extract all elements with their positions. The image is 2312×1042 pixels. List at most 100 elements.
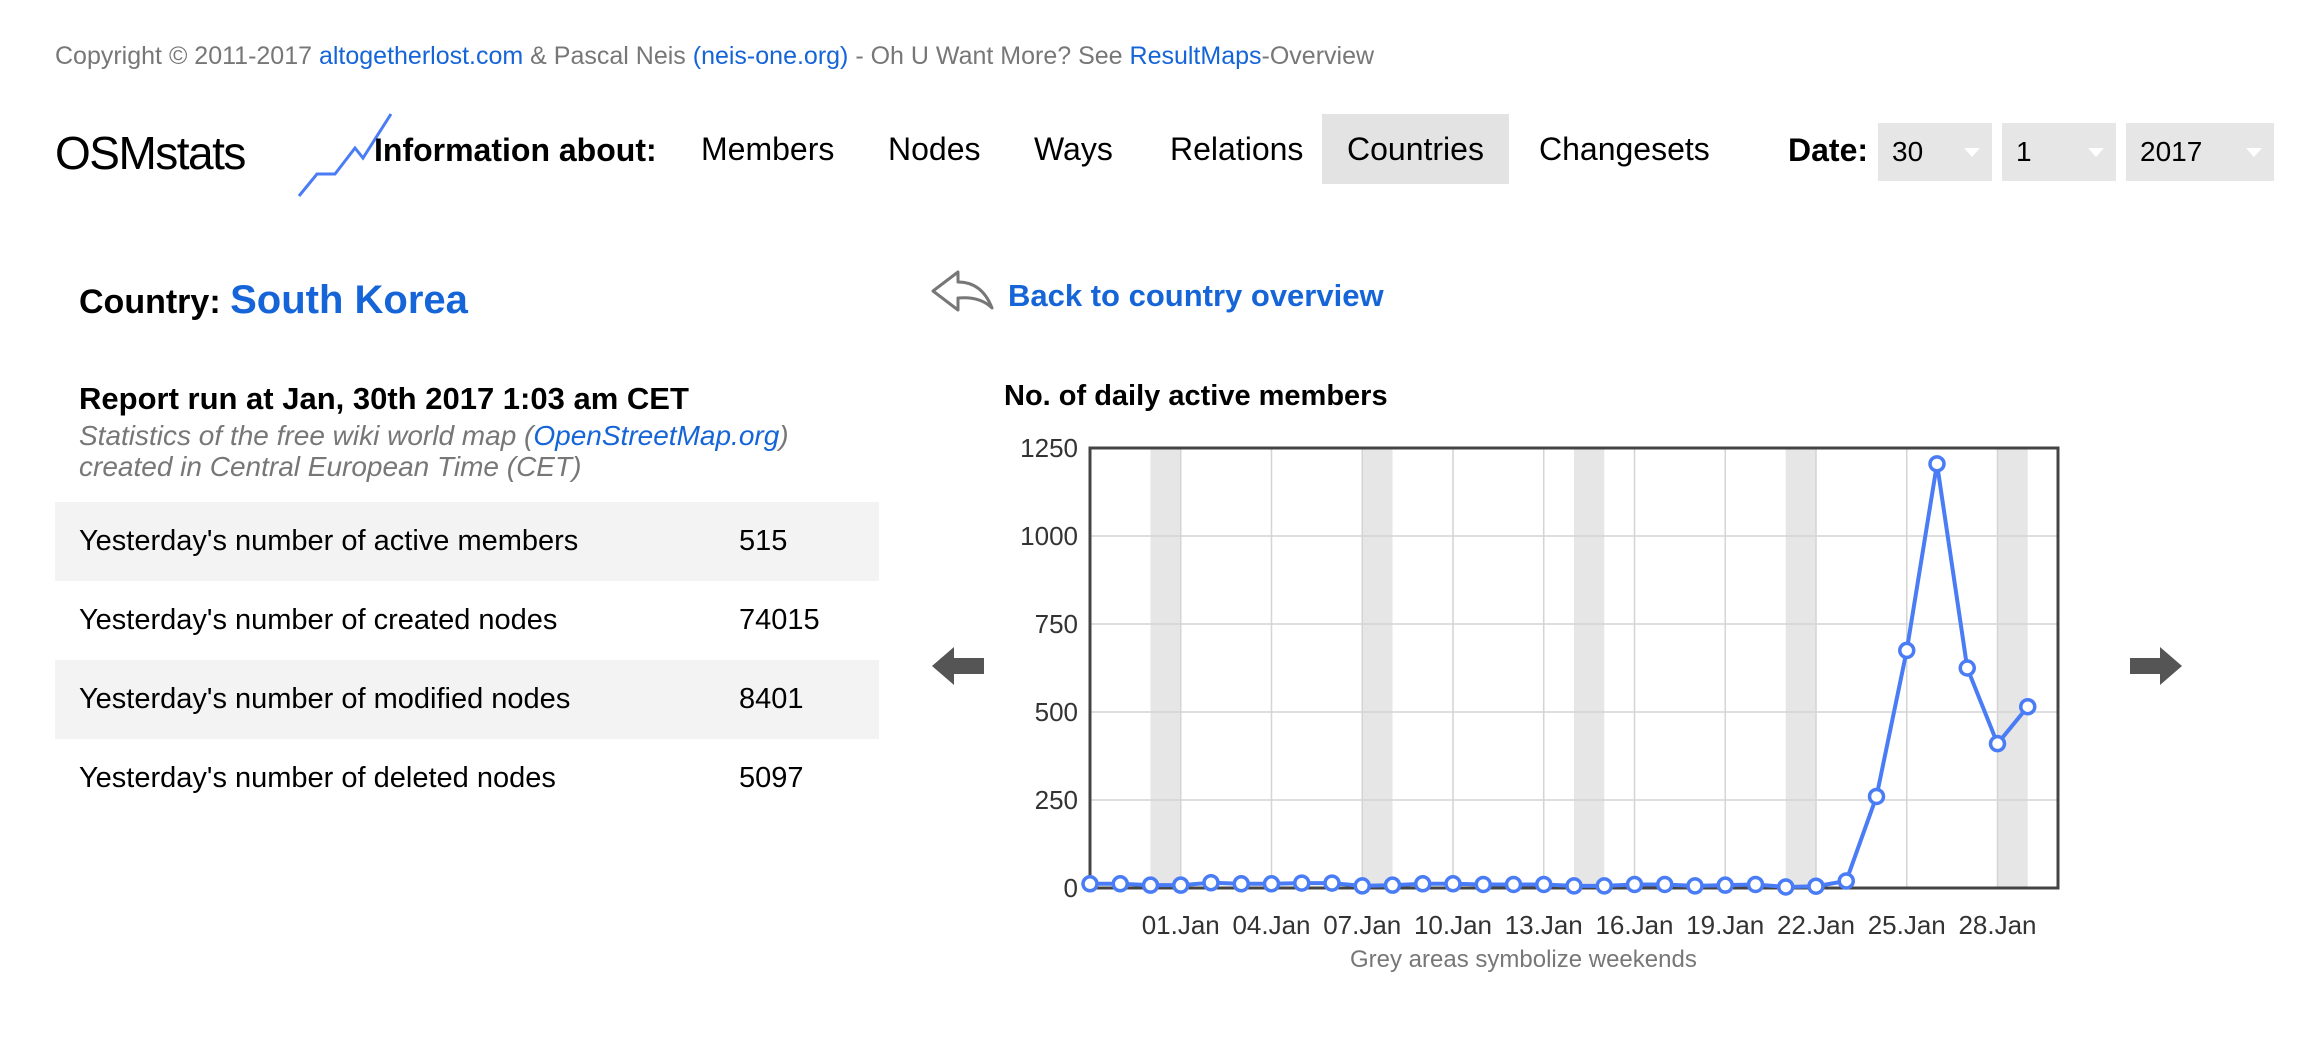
weekend-band xyxy=(1150,448,1181,888)
data-point xyxy=(1656,875,1674,894)
data-point xyxy=(1867,787,1886,806)
stat-value: 515 xyxy=(739,525,788,557)
previous-arrow-icon[interactable] xyxy=(930,645,986,692)
logo-text: OSMstats xyxy=(55,127,246,179)
data-point xyxy=(1988,734,2007,753)
back-arrow-icon[interactable] xyxy=(930,268,996,319)
stat-value: 8401 xyxy=(739,683,804,715)
copyright-mid2: - Oh U Want More? See xyxy=(848,42,1130,70)
date-label: Date: xyxy=(1788,132,1869,168)
nav-countries[interactable]: Countries xyxy=(1322,114,1509,184)
data-point xyxy=(1807,877,1825,895)
table-row: Yesterday's number of created nodes 7401… xyxy=(55,581,879,660)
resultmaps-link[interactable]: ResultMaps xyxy=(1130,42,1262,70)
stat-label: Yesterday's number of modified nodes xyxy=(79,683,571,715)
back-to-country-overview-link[interactable]: Back to country overview xyxy=(1008,278,1384,314)
data-point xyxy=(1353,877,1371,895)
chevron-down-icon xyxy=(1964,148,1980,157)
country-label: Country: xyxy=(79,283,231,321)
report-sub-line2: created in Central European Time (CET) xyxy=(79,451,582,482)
stat-label: Yesterday's number of active members xyxy=(79,525,579,557)
next-arrow-icon[interactable] xyxy=(2128,645,2184,692)
weekend-band xyxy=(1362,448,1393,888)
x-tick-label: 22.Jan xyxy=(1777,910,1855,940)
data-point xyxy=(1081,875,1099,893)
copyright-prefix: Copyright © 2011-2017 xyxy=(55,42,319,70)
data-point xyxy=(1202,873,1220,892)
logo-chart-icon xyxy=(297,113,393,197)
chevron-down-icon xyxy=(2088,148,2104,157)
data-point xyxy=(1777,878,1795,896)
country-name: South Korea xyxy=(230,278,468,322)
altogetherlost-link[interactable]: altogetherlost.com xyxy=(319,42,523,70)
data-point xyxy=(1141,876,1160,894)
data-point xyxy=(1504,875,1523,894)
copyright-suffix: -Overview xyxy=(1261,42,1375,70)
day-select[interactable]: 30 xyxy=(1878,123,1992,181)
weekend-band xyxy=(1574,448,1605,888)
x-tick-label: 16.Jan xyxy=(1595,910,1673,940)
data-point xyxy=(1383,876,1402,894)
data-point xyxy=(1746,875,1765,894)
y-tick-label: 1000 xyxy=(1020,521,1078,551)
table-row: Yesterday's number of active members 515 xyxy=(55,502,879,581)
data-point xyxy=(1686,877,1704,895)
x-tick-label: 25.Jan xyxy=(1868,910,1946,940)
stat-label: Yesterday's number of created nodes xyxy=(79,604,558,636)
y-tick-label: 0 xyxy=(1064,873,1078,903)
x-tick-label: 04.Jan xyxy=(1232,910,1310,940)
series-line xyxy=(1090,463,2030,889)
report-subtitle: Statistics of the free wiki world map (O… xyxy=(79,420,789,482)
report-sub-prefix: Statistics of the free wiki world map ( xyxy=(79,420,534,451)
day-value: 30 xyxy=(1892,136,1924,167)
nav-ways[interactable]: Ways xyxy=(1009,114,1138,184)
data-point xyxy=(1293,874,1311,892)
nav-changesets[interactable]: Changesets xyxy=(1514,114,1735,184)
nav-relations[interactable]: Relations xyxy=(1145,114,1328,184)
year-select[interactable]: 2017 xyxy=(2126,123,2274,181)
data-point xyxy=(1625,875,1644,894)
data-point xyxy=(1323,874,1341,892)
data-point xyxy=(2019,697,2037,716)
copyright-mid: & Pascal Neis xyxy=(523,42,693,70)
nav-nodes[interactable]: Nodes xyxy=(863,114,1006,184)
chart-note: Grey areas symbolize weekends xyxy=(1350,946,1697,973)
y-tick-label: 500 xyxy=(1035,697,1078,727)
x-tick-label: 13.Jan xyxy=(1505,910,1583,940)
neis-one-link[interactable]: (neis-one.org) xyxy=(693,42,849,70)
x-tick-label: 01.Jan xyxy=(1142,910,1220,940)
data-point xyxy=(1716,876,1734,894)
data-point xyxy=(1262,875,1281,893)
data-point xyxy=(1232,875,1250,893)
data-point xyxy=(1898,641,1916,660)
data-point xyxy=(1565,877,1583,895)
weekend-band xyxy=(1997,448,2028,888)
month-value: 1 xyxy=(2016,136,2032,167)
x-tick-label: 07.Jan xyxy=(1323,910,1401,940)
stat-value: 5097 xyxy=(739,762,804,794)
table-row: Yesterday's number of deleted nodes 5097 xyxy=(55,739,879,818)
data-point xyxy=(1595,877,1613,895)
data-point xyxy=(1928,455,1946,473)
chart-title: No. of daily active members xyxy=(1004,380,1388,412)
x-tick-label: 19.Jan xyxy=(1686,910,1764,940)
y-tick-label: 750 xyxy=(1035,609,1078,639)
nav-members[interactable]: Members xyxy=(676,114,859,184)
report-sub-suffix: ) xyxy=(779,420,789,451)
weekend-band xyxy=(1785,448,1816,888)
data-point xyxy=(1535,875,1553,894)
active-members-chart: 0 250 500 750 1000 1250 01.Jan 04.Jan 07.Jan 10.… xyxy=(1020,433,2060,940)
stat-label: Yesterday's number of deleted nodes xyxy=(79,762,556,794)
openstreetmap-link[interactable]: OpenStreetMap.org xyxy=(533,420,779,451)
data-point xyxy=(1111,875,1129,893)
data-point xyxy=(1414,875,1432,893)
x-tick-label: 28.Jan xyxy=(1958,910,2036,940)
country-heading: Country: South Korea xyxy=(79,278,468,323)
copyright-line: Copyright © 2011-2017 altogetherlost.com… xyxy=(55,42,1374,71)
data-point xyxy=(1474,875,1492,894)
data-point xyxy=(1172,876,1190,894)
x-tick-label: 10.Jan xyxy=(1414,910,1492,940)
osmstats-logo[interactable]: OSMstats xyxy=(55,112,393,202)
month-select[interactable]: 1 xyxy=(2002,123,2116,181)
data-point xyxy=(1958,659,1976,677)
